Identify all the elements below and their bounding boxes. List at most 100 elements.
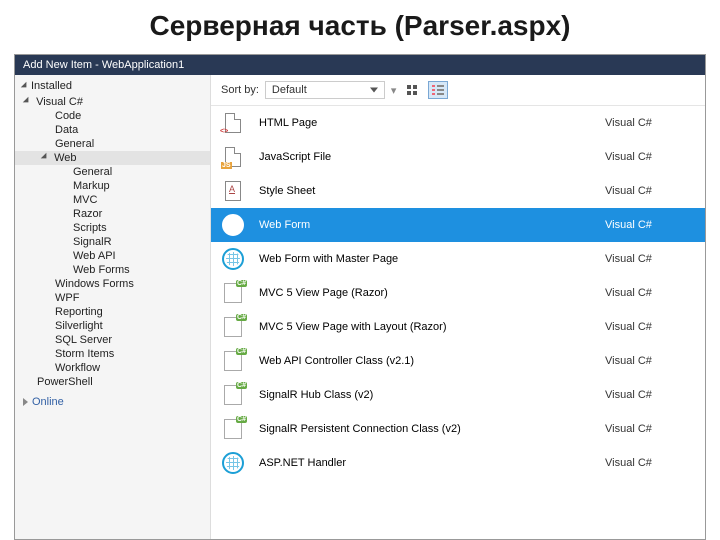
template-item-name: Web Form with Master Page (259, 253, 605, 265)
sidebar-item-label: SQL Server (55, 334, 112, 346)
template-item-language: Visual C# (605, 423, 695, 435)
sort-by-label: Sort by: (221, 84, 259, 96)
dialog-titlebar: Add New Item - WebApplication1 (15, 55, 705, 75)
template-item-name: Style Sheet (259, 185, 605, 197)
template-item-name: JavaScript File (259, 151, 605, 163)
template-toolbar: Sort by: Default ▾ (211, 75, 705, 106)
template-item-row[interactable]: MVC 5 View Page with Layout (Razor)Visua… (211, 310, 705, 344)
sidebar-item-label: Scripts (73, 222, 107, 234)
globe-icon (222, 452, 244, 474)
sidebar-item-web[interactable]: Web (15, 151, 210, 165)
template-item-row[interactable]: <> HTML PageVisual C# (211, 106, 705, 140)
template-item-name: SignalR Hub Class (v2) (259, 389, 605, 401)
sidebar-item[interactable]: Razor (15, 207, 210, 221)
view-list-button[interactable] (428, 81, 448, 99)
sidebar-item-label: Storm Items (55, 348, 114, 360)
caret-right-icon (23, 398, 28, 406)
sidebar-group-installed[interactable]: Installed (15, 77, 210, 95)
sidebar-item-label: Code (55, 110, 81, 122)
sidebar-item-label: Workflow (55, 362, 100, 374)
sidebar-item-label: Razor (73, 208, 102, 220)
sidebar-item-powershell[interactable]: PowerShell (15, 375, 210, 389)
template-item-row[interactable]: SignalR Hub Class (v2)Visual C# (211, 378, 705, 412)
sidebar-item-label: General (73, 166, 112, 178)
globe-icon (222, 214, 244, 236)
template-item-list[interactable]: <>HTML PageVisual C#JSJavaScript FileVis… (211, 106, 705, 539)
page-heading: Серверная часть (Parser.aspx) (0, 0, 720, 48)
template-item-language: Visual C# (605, 151, 695, 163)
sort-by-select[interactable]: Default (265, 81, 385, 99)
sidebar-item-label: WPF (55, 292, 79, 304)
template-item-name: HTML Page (259, 117, 605, 129)
caret-down-icon (23, 97, 31, 105)
grid-icon (407, 85, 417, 95)
template-item-row[interactable]: Web API Controller Class (v2.1)Visual C# (211, 344, 705, 378)
template-item-row[interactable]: Web Form with Master PageVisual C# (211, 242, 705, 276)
add-new-item-dialog: Add New Item - WebApplication1 Installed… (14, 54, 706, 540)
template-item-row[interactable]: Web FormVisual C# (211, 208, 705, 242)
template-item-row[interactable]: SignalR Persistent Connection Class (v2)… (211, 412, 705, 446)
caret-down-icon (41, 153, 49, 161)
sidebar-item-label: General (55, 138, 94, 150)
sidebar-item-label: Visual C# (36, 96, 83, 108)
template-item-language: Visual C# (605, 355, 695, 367)
template-item-row[interactable]: Style SheetVisual C# (211, 174, 705, 208)
sidebar-group-online[interactable]: Online (15, 393, 210, 411)
sidebar-item[interactable]: SignalR (15, 235, 210, 249)
html-page-icon: <> (225, 113, 241, 133)
csharp-file-icon (224, 385, 242, 405)
template-item-row[interactable]: ASP.NET HandlerVisual C# (211, 446, 705, 480)
template-item-name: MVC 5 View Page with Layout (Razor) (259, 321, 605, 333)
category-sidebar: Installed Visual C# Code Data General Web … (15, 75, 211, 539)
sidebar-item[interactable]: Workflow (15, 361, 210, 375)
sidebar-item-label: Markup (73, 180, 110, 192)
template-item-language: Visual C# (605, 117, 695, 129)
sidebar-item[interactable]: Data (15, 123, 210, 137)
sidebar-item[interactable]: Markup (15, 179, 210, 193)
template-item-row[interactable]: JS JavaScript FileVisual C# (211, 140, 705, 174)
stylesheet-icon (225, 181, 241, 201)
view-grid-button[interactable] (402, 81, 422, 99)
sidebar-item[interactable]: Storm Items (15, 347, 210, 361)
template-item-language: Visual C# (605, 219, 695, 231)
template-item-name: ASP.NET Handler (259, 457, 605, 469)
csharp-file-icon (224, 419, 242, 439)
sidebar-item[interactable]: Scripts (15, 221, 210, 235)
sidebar-item-label: Web API (73, 250, 116, 262)
csharp-file-icon (224, 283, 242, 303)
sidebar-item-label: PowerShell (37, 376, 93, 388)
sidebar-item[interactable]: Code (15, 109, 210, 123)
sidebar-item[interactable]: SQL Server (15, 333, 210, 347)
sidebar-item[interactable]: Reporting (15, 305, 210, 319)
sidebar-item[interactable]: Web API (15, 249, 210, 263)
sidebar-item-label: Web Forms (73, 264, 130, 276)
caret-down-icon (21, 82, 29, 90)
sidebar-item-visual-csharp[interactable]: Visual C# (15, 95, 210, 109)
sidebar-group-label: Installed (31, 80, 72, 92)
sidebar-item[interactable]: Web Forms (15, 263, 210, 277)
sidebar-item[interactable]: Silverlight (15, 319, 210, 333)
template-item-name: SignalR Persistent Connection Class (v2) (259, 423, 605, 435)
template-item-language: Visual C# (605, 389, 695, 401)
sidebar-item-label: SignalR (73, 236, 112, 248)
js-file-icon: JS (225, 147, 241, 167)
sidebar-item[interactable]: WPF (15, 291, 210, 305)
sidebar-item[interactable]: MVC (15, 193, 210, 207)
sidebar-item-label: Data (55, 124, 78, 136)
sidebar-item-label: Reporting (55, 306, 103, 318)
template-item-language: Visual C# (605, 321, 695, 333)
sort-by-value: Default (272, 84, 307, 96)
globe-icon (222, 248, 244, 270)
sidebar-item-label: Silverlight (55, 320, 103, 332)
sidebar-item[interactable]: General (15, 165, 210, 179)
csharp-file-icon (224, 351, 242, 371)
template-item-language: Visual C# (605, 253, 695, 265)
template-main-panel: Sort by: Default ▾ <>HTML PageVisual C#J… (211, 75, 705, 539)
sidebar-item-label: MVC (73, 194, 97, 206)
sidebar-item-label: Web (54, 152, 76, 164)
template-item-name: Web Form (259, 219, 605, 231)
sidebar-group-label: Online (32, 396, 64, 408)
sidebar-item[interactable]: Windows Forms (15, 277, 210, 291)
template-item-row[interactable]: MVC 5 View Page (Razor)Visual C# (211, 276, 705, 310)
sidebar-item[interactable]: General (15, 137, 210, 151)
